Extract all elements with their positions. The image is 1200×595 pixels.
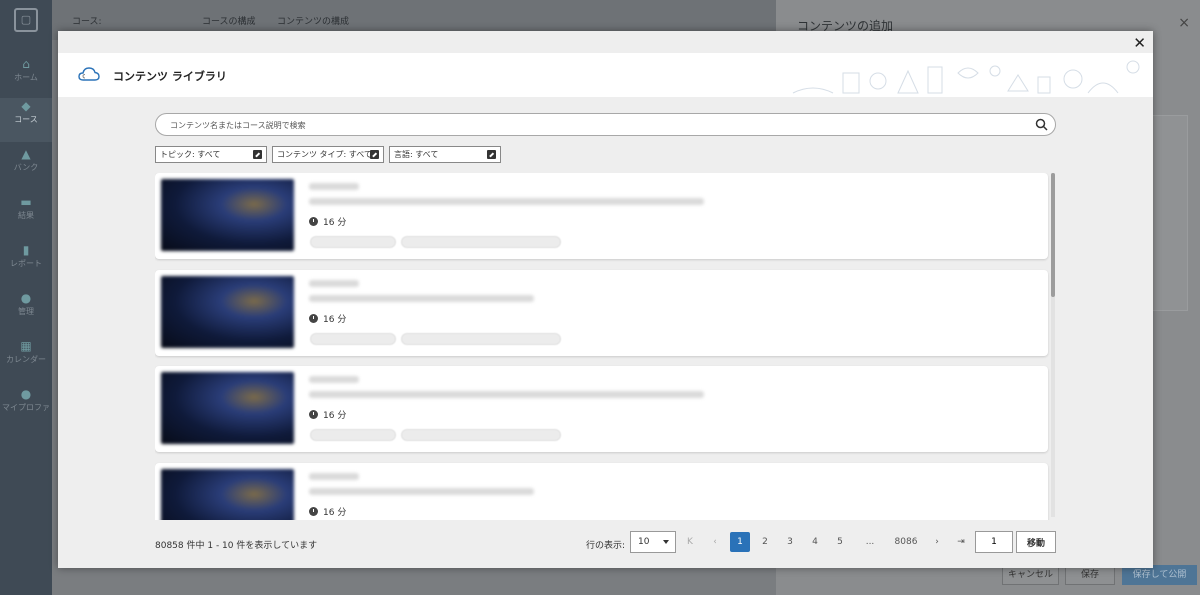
rows-per-page-select[interactable]: 10 [630, 531, 676, 553]
first-page-icon[interactable]: K [680, 532, 700, 552]
duration: 16 分 [309, 408, 346, 421]
clock-icon [309, 217, 318, 226]
breadcrumb-course-structure[interactable]: コースの構成 [202, 14, 256, 27]
sidebar-item-home[interactable]: ⌂ ホーム [0, 56, 52, 100]
sidebar-item-admin[interactable]: ● 管理 [0, 290, 52, 334]
panel-close-icon[interactable]: × [1178, 15, 1190, 31]
blurred-title [309, 488, 534, 495]
page-4-button[interactable]: 4 [805, 532, 825, 552]
next-page-icon[interactable]: › [927, 532, 947, 552]
search-input[interactable] [170, 118, 1020, 132]
blurred-text [309, 183, 359, 190]
list-item[interactable]: 16 分 [155, 463, 1048, 520]
tag [310, 236, 396, 248]
duration: 16 分 [309, 505, 346, 518]
tag [401, 333, 561, 345]
content-type-filter[interactable]: コンテンツ タイプ: すべて [272, 146, 384, 163]
duration-text: 16 分 [323, 508, 347, 518]
page-2-button[interactable]: 2 [755, 532, 775, 552]
decorative-doodles-icon [792, 60, 1140, 94]
tag [310, 429, 396, 441]
duration: 16 分 [309, 215, 346, 228]
list-item[interactable]: 16 分 [155, 270, 1048, 356]
calendar-icon: ▦ [20, 339, 32, 353]
cloud-icon [78, 67, 100, 81]
sidebar-item-report[interactable]: ▮ レポート [0, 242, 52, 286]
duration: 16 分 [309, 312, 346, 325]
sidebar-item-bank[interactable]: ▲ バンク [0, 146, 52, 190]
course-icon: ◆ [21, 99, 31, 113]
page-1-button[interactable]: 1 [730, 532, 750, 552]
bank-icon: ▲ [21, 147, 31, 161]
clock-icon [309, 410, 318, 419]
page-number-input[interactable] [975, 531, 1013, 553]
modal-title: コンテンツ ライブラリ [113, 70, 227, 83]
last-page-icon[interactable]: ⇥ [951, 532, 971, 552]
topic-filter[interactable]: トピック: すべて [155, 146, 267, 163]
edit-icon [253, 150, 262, 159]
list-scrollbar-thumb[interactable] [1051, 173, 1055, 297]
save-button[interactable]: 保存 [1065, 565, 1115, 585]
profile-icon: ● [20, 387, 32, 401]
prev-page-icon[interactable]: ‹ [705, 532, 725, 552]
clock-icon [309, 507, 318, 516]
duration-text: 16 分 [323, 218, 347, 228]
home-icon: ⌂ [22, 57, 30, 71]
breadcrumb-content-structure[interactable]: コンテンツの構成 [277, 14, 349, 27]
rows-per-page-label: 行の表示: [586, 541, 626, 551]
blurred-text [309, 280, 359, 287]
list-item[interactable]: 16 分 [155, 173, 1048, 259]
page-ellipsis: ... [865, 537, 875, 547]
admin-icon: ● [20, 291, 32, 305]
blurred-text [309, 376, 359, 383]
tag [401, 236, 561, 248]
sidebar: ▢ ⌂ ホーム ◆ コース ▲ バンク ▬ 結果 ▮ レポート ● 管理 ▦ カレンダー ● マ… [0, 0, 52, 595]
sidebar-item-course[interactable]: ◆ コース [0, 98, 52, 142]
blurred-title [309, 391, 704, 398]
caret-down-icon [663, 540, 669, 544]
search-icon[interactable] [1035, 118, 1048, 131]
clock-icon [309, 314, 318, 323]
page-5-button[interactable]: 5 [830, 532, 850, 552]
thumbnail-image [161, 276, 294, 348]
duration-text: 16 分 [323, 411, 347, 421]
result-count: 80858 件中 1 - 10 件を表示しています [155, 541, 318, 551]
edit-icon [487, 150, 496, 159]
search-box [155, 113, 1056, 136]
edit-icon [370, 150, 379, 159]
save-publish-button[interactable]: 保存して公開 [1122, 565, 1197, 585]
thumbnail-image [161, 372, 294, 444]
content-library-modal: ✕ コンテンツ ライブラリ コンテンツ名またはコース説明で検索 トピック: すべ… [58, 31, 1153, 568]
sidebar-item-calendar[interactable]: ▦ カレンダー [0, 338, 52, 382]
cancel-button[interactable]: キャンセル [1002, 565, 1059, 585]
modal-top-strip [58, 31, 1153, 53]
language-filter[interactable]: 言語: すべて [389, 146, 501, 163]
sidebar-item-results[interactable]: ▬ 結果 [0, 194, 52, 238]
tag [401, 429, 561, 441]
duration-text: 16 分 [323, 315, 347, 325]
sidebar-item-profile[interactable]: ● マイプロファ [0, 386, 52, 430]
language-filter-label: 言語: すべて [394, 150, 439, 159]
tag [310, 333, 396, 345]
thumbnail-image [161, 179, 294, 251]
blurred-text [309, 473, 359, 480]
breadcrumb-course[interactable]: コース: [72, 14, 102, 27]
report-icon: ▮ [22, 243, 30, 257]
topic-filter-label: トピック: すべて [160, 150, 221, 159]
go-to-page-button[interactable]: 移動 [1016, 531, 1056, 553]
blurred-title [309, 295, 534, 302]
thumbnail-image [161, 469, 294, 520]
modal-close-icon[interactable]: ✕ [1133, 34, 1146, 52]
content-type-filter-label: コンテンツ タイプ: すべて [277, 150, 372, 159]
rows-per-page-value: 10 [638, 537, 650, 547]
page-last-number-button[interactable]: 8086 [890, 532, 922, 552]
page-3-button[interactable]: 3 [780, 532, 800, 552]
modal-header: コンテンツ ライブラリ [58, 53, 1153, 97]
app-logo-icon[interactable]: ▢ [14, 8, 38, 32]
list-item[interactable]: 16 分 [155, 366, 1048, 452]
content-list: 16 分 16 分 16 分 16 分 [155, 173, 1059, 520]
blurred-title [309, 198, 704, 205]
results-icon: ▬ [20, 195, 32, 209]
